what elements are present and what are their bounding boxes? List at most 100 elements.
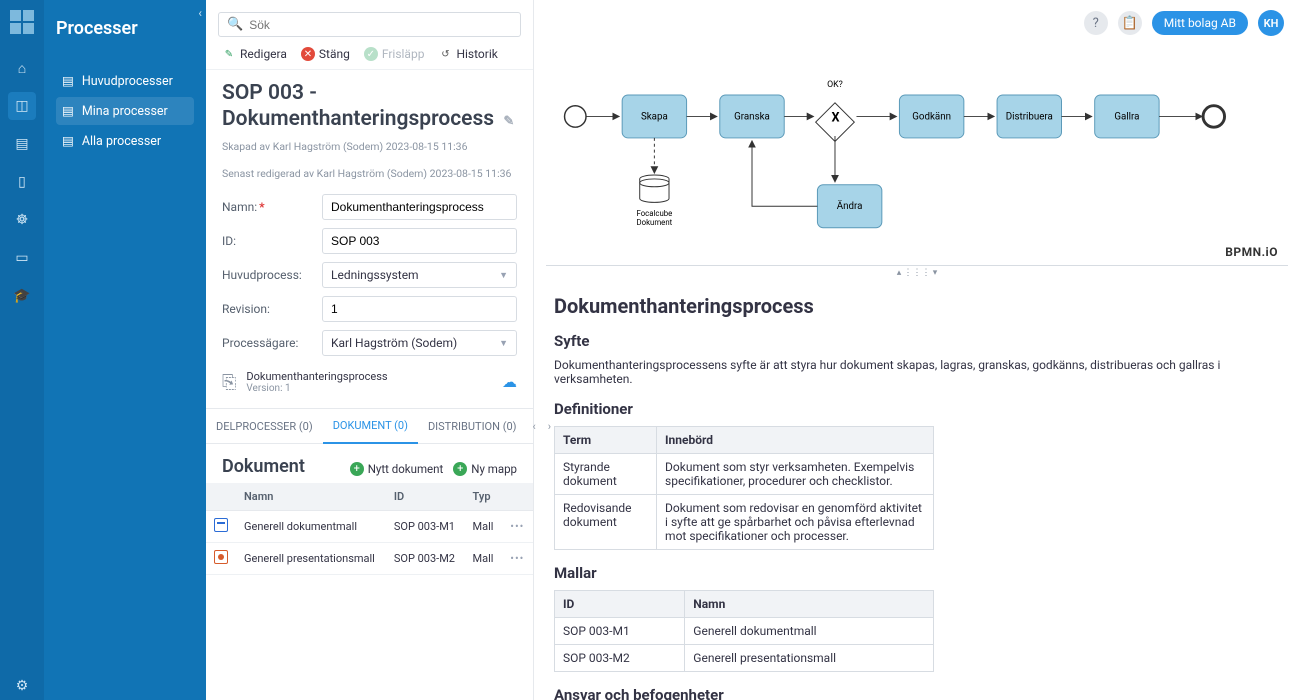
article-content: Dokumenthanteringsprocess Syfte Dokument… — [534, 280, 1300, 700]
name-label: Namn:* — [222, 200, 314, 214]
def-heading: Definitioner — [554, 400, 1280, 418]
mall-heading: Mallar — [554, 564, 1280, 582]
rail-settings-icon[interactable]: ⚙ — [8, 672, 36, 700]
close-icon: ✕ — [301, 47, 315, 61]
attach-name: Dokumenthanteringsprocess — [246, 370, 387, 383]
new-folder-button[interactable]: +Ny mapp — [453, 462, 517, 476]
svg-text:Gallra: Gallra — [1114, 111, 1139, 122]
search-icon: 🔍 — [227, 17, 243, 32]
rev-input[interactable] — [322, 296, 517, 322]
rail-book-icon[interactable]: ▯ — [8, 168, 36, 196]
main-select[interactable]: Ledningssystem▼ — [322, 262, 517, 288]
collapse-nav-icon[interactable]: ‹ — [198, 6, 202, 20]
svg-text:Dokument: Dokument — [637, 218, 673, 227]
svg-text:Ändra: Ändra — [837, 201, 863, 212]
bpmn-logo: BPMN.iO — [1225, 245, 1278, 259]
history-button[interactable]: ↺Historik — [438, 47, 497, 61]
form-column: 🔍 ✎Redigera ✕Stäng ✓Frisläpp ↺Historik S… — [206, 0, 534, 700]
close-button[interactable]: ✕Stäng — [301, 47, 350, 61]
edited-meta: Senast redigerad av Karl Hagström (Sodem… — [222, 166, 517, 182]
id-label: ID: — [222, 234, 314, 248]
user-avatar[interactable]: KH — [1258, 10, 1284, 36]
main-area: ? 📋 Mitt bolag AB KH — [534, 0, 1300, 700]
pane-splitter[interactable]: ▴ ⋮⋮⋮ ▾ — [534, 266, 1300, 280]
svg-text:OK?: OK? — [827, 80, 843, 90]
rail-processes-icon[interactable]: ◫ — [8, 92, 36, 120]
search-input[interactable] — [249, 18, 512, 32]
definitions-table: TermInnebörd Styrande dokumentDokument s… — [554, 426, 934, 550]
help-icon[interactable]: ? — [1084, 11, 1108, 35]
clipboard-icon[interactable]: 📋 — [1118, 11, 1142, 35]
file-icon: ⎘ — [222, 372, 236, 393]
tab-distribution[interactable]: DISTRIBUTION (0) — [418, 410, 527, 443]
owner-select[interactable]: Karl Hagström (Sodem)▼ — [322, 330, 517, 356]
doc-file-icon — [214, 518, 228, 532]
table-row: Styrande dokumentDokument som styr verks… — [555, 454, 934, 495]
col-name: Namn — [236, 483, 386, 511]
rail-library-icon[interactable]: ▤ — [8, 130, 36, 158]
cloud-download-icon[interactable]: ☁ — [502, 373, 517, 391]
id-input[interactable] — [322, 228, 517, 254]
templates-table: IDNamn SOP 003-M1Generell dokumentmallSO… — [554, 590, 934, 672]
ppt-file-icon — [214, 550, 228, 564]
page-title: SOP 003 - Dokumenthanteringsprocess ✎ — [222, 80, 517, 133]
svg-text:X: X — [831, 110, 839, 125]
chevron-down-icon: ▼ — [499, 338, 508, 349]
row-more-icon[interactable]: ••• — [502, 543, 533, 575]
icon-rail: ⌂ ◫ ▤ ▯ ☸ ▭ 🎓 ⚙ — [0, 0, 44, 700]
topbar: ? 📋 Mitt bolag AB KH — [534, 0, 1300, 46]
svg-text:Skapa: Skapa — [641, 111, 668, 122]
rail-card-icon[interactable]: ▭ — [8, 244, 36, 272]
table-row[interactable]: Generell presentationsmallSOP 003-M2Mall… — [206, 543, 533, 575]
svg-text:Focalcube: Focalcube — [636, 209, 672, 218]
article-title: Dokumenthanteringsprocess — [554, 294, 1280, 318]
app-logo — [10, 10, 34, 34]
new-document-button[interactable]: +Nytt dokument — [350, 462, 444, 476]
release-button[interactable]: ✓Frisläpp — [364, 47, 425, 61]
history-icon: ↺ — [438, 47, 452, 61]
bpmn-canvas[interactable]: Skapa Granska Godkänn Distribuera Gallra… — [546, 46, 1288, 266]
syfte-heading: Syfte — [554, 332, 1280, 350]
doclist-heading: Dokument — [222, 456, 305, 477]
plus-icon: + — [350, 462, 364, 476]
svg-text:Granska: Granska — [734, 111, 770, 122]
edit-button[interactable]: ✎Redigera — [222, 47, 287, 61]
search-box[interactable]: 🔍 — [218, 12, 521, 37]
svg-text:Distribuera: Distribuera — [1006, 111, 1053, 122]
name-input[interactable] — [322, 194, 517, 220]
pencil-icon: ✎ — [222, 47, 236, 61]
rail-grad-icon[interactable]: 🎓 — [8, 282, 36, 310]
nav-title: Processer — [56, 18, 194, 39]
col-id: ID — [386, 483, 465, 511]
owner-label: Processägare: — [222, 336, 314, 350]
svg-text:Godkänn: Godkänn — [912, 111, 951, 122]
syfte-text: Dokumenthanteringsprocessens syfte är at… — [554, 358, 1280, 386]
rename-icon[interactable]: ✎ — [503, 114, 514, 129]
created-meta: Skapad av Karl Hagström (Sodem) 2023-08-… — [222, 139, 517, 155]
rev-label: Revision: — [222, 302, 314, 316]
tabs-next-icon[interactable]: › — [542, 420, 557, 433]
tab-dokument[interactable]: DOKUMENT (0) — [323, 409, 418, 444]
nav-item-mina-processer[interactable]: ▤ Mina processer — [56, 97, 194, 125]
attach-version: Version: 1 — [246, 383, 387, 394]
nav-panel: ‹ Processer ▤ Huvudprocesser ▤ Mina proc… — [44, 0, 206, 700]
row-more-icon[interactable]: ••• — [502, 511, 533, 543]
editor-toolbar: ✎Redigera ✕Stäng ✓Frisläpp ↺Historik — [206, 43, 533, 70]
col-type: Typ — [465, 483, 503, 511]
rail-learn-icon[interactable]: ☸ — [8, 206, 36, 234]
company-chip[interactable]: Mitt bolag AB — [1152, 11, 1248, 35]
tab-delprocesser[interactable]: DELPROCESSER (0) — [206, 410, 323, 443]
rail-home-icon[interactable]: ⌂ — [8, 54, 36, 82]
table-row: Redovisande dokumentDokument som redovis… — [555, 495, 934, 550]
detail-tabs: DELPROCESSER (0) DOKUMENT (0) DISTRIBUTI… — [206, 408, 533, 444]
plus-icon: + — [453, 462, 467, 476]
attached-file: ⎘ Dokumenthanteringsprocess Version: 1 ☁ — [222, 370, 517, 394]
tabs-prev-icon[interactable]: ‹ — [526, 420, 541, 433]
nav-item-alla-processer[interactable]: ▤ Alla processer — [56, 127, 194, 155]
ansvar-heading: Ansvar och befogenheter — [554, 686, 1280, 700]
nav-item-huvudprocesser[interactable]: ▤ Huvudprocesser — [56, 67, 194, 95]
check-icon: ✓ — [364, 47, 378, 61]
table-row: SOP 003-M1Generell dokumentmall — [555, 618, 934, 645]
table-row[interactable]: Generell dokumentmallSOP 003-M1Mall••• — [206, 511, 533, 543]
main-label: Huvudprocess: — [222, 268, 314, 282]
